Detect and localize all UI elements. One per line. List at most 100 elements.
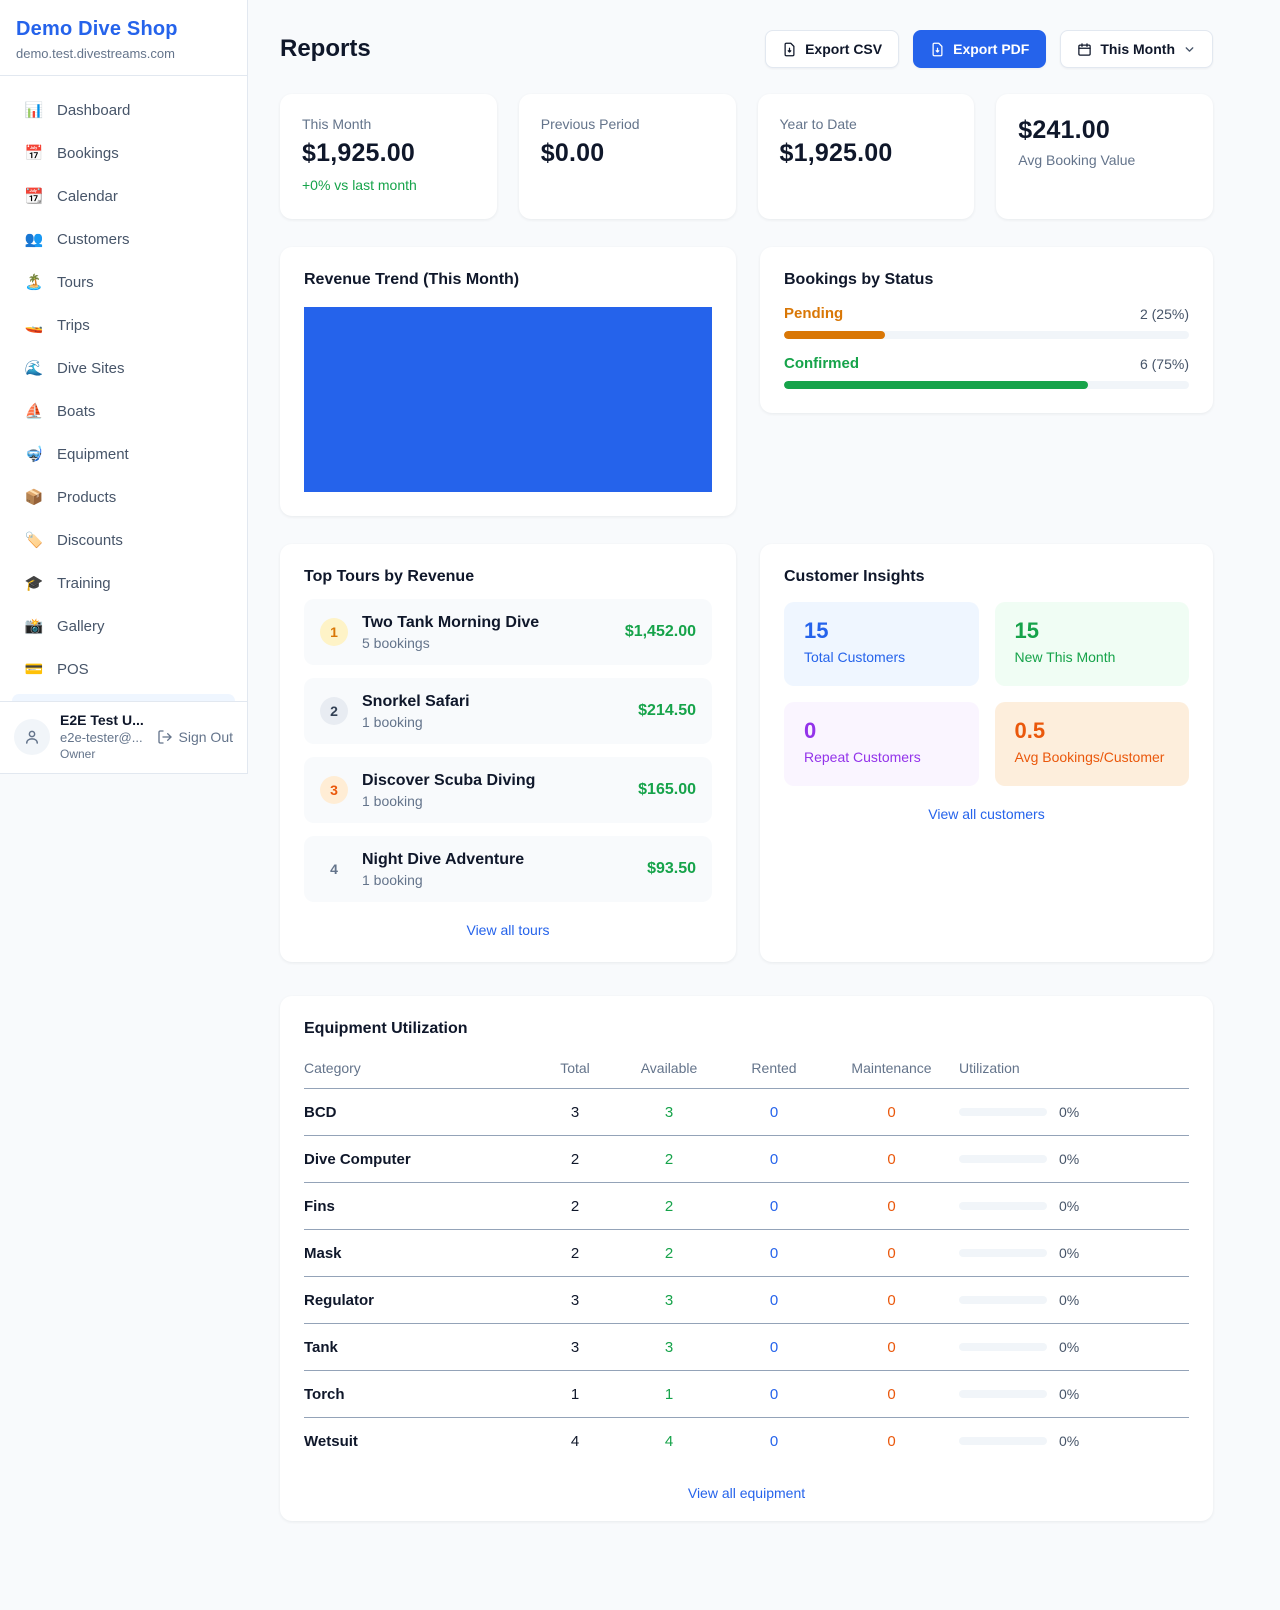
- sidebar-item-customers[interactable]: 👥 Customers: [12, 221, 235, 257]
- diving-mask-icon: 🤿: [24, 445, 44, 463]
- sidebar-item-reports-partial[interactable]: [12, 694, 235, 701]
- equipment-utilization-title: Equipment Utilization: [304, 1020, 1189, 1038]
- shop-name: Demo Dive Shop: [16, 18, 231, 41]
- sidebar-item-boats[interactable]: ⛵ Boats: [12, 393, 235, 429]
- cell-category: Mask: [304, 1230, 536, 1277]
- sidebar-item-gallery[interactable]: 📸 Gallery: [12, 608, 235, 644]
- cell-maintenance: 0: [824, 1324, 959, 1371]
- sidebar-item-trips[interactable]: 🚤 Trips: [12, 307, 235, 343]
- shop-domain: demo.test.divestreams.com: [16, 46, 231, 61]
- col-utilization: Utilization: [959, 1052, 1189, 1089]
- insight-label: Repeat Customers: [804, 749, 959, 765]
- sidebar-item-label: Trips: [57, 317, 90, 334]
- cell-total: 3: [536, 1277, 614, 1324]
- period-dropdown[interactable]: This Month: [1060, 30, 1213, 68]
- person-icon: [23, 728, 41, 746]
- dashboard-icon: 📊: [24, 101, 44, 119]
- cell-category: BCD: [304, 1089, 536, 1136]
- customer-insights-title: Customer Insights: [784, 568, 1189, 586]
- cell-available: 3: [614, 1277, 724, 1324]
- chevron-down-icon: [1183, 43, 1196, 56]
- sidebar-item-dive-sites[interactable]: 🌊 Dive Sites: [12, 350, 235, 386]
- sidebar: Demo Dive Shop demo.test.divestreams.com…: [0, 0, 248, 774]
- credit-card-icon: 💳: [24, 660, 44, 678]
- cell-category: Wetsuit: [304, 1418, 536, 1465]
- insight-tile-new-this-month: 15 New This Month: [995, 602, 1190, 686]
- col-total: Total: [536, 1052, 614, 1089]
- insight-tile-avg-bookings: 0.5 Avg Bookings/Customer: [995, 702, 1190, 786]
- utilization-cell: 0%: [959, 1245, 1189, 1261]
- cell-category: Dive Computer: [304, 1136, 536, 1183]
- insight-value: 0: [804, 718, 959, 744]
- stat-card-year-to-date: Year to Date $1,925.00: [758, 94, 975, 219]
- bookings-by-status-card: Bookings by Status Pending 2 (25%) Confi…: [760, 247, 1213, 413]
- utilization-bar: [959, 1108, 1047, 1116]
- cell-available: 2: [614, 1230, 724, 1277]
- view-all-customers-link[interactable]: View all customers: [784, 806, 1189, 822]
- utilization-cell: 0%: [959, 1433, 1189, 1449]
- stat-card-this-month: This Month $1,925.00 +0% vs last month: [280, 94, 497, 219]
- sidebar-item-dashboard[interactable]: 📊 Dashboard: [12, 92, 235, 128]
- sidebar-item-training[interactable]: 🎓 Training: [12, 565, 235, 601]
- utilization-text: 0%: [1059, 1104, 1079, 1120]
- utilization-text: 0%: [1059, 1151, 1079, 1167]
- export-pdf-button[interactable]: Export PDF: [913, 30, 1046, 68]
- cell-available: 4: [614, 1418, 724, 1465]
- cell-category: Torch: [304, 1371, 536, 1418]
- sidebar-item-label: Calendar: [57, 188, 118, 205]
- status-row-pending: Pending 2 (25%): [784, 305, 1189, 339]
- sign-out-button[interactable]: Sign Out: [157, 729, 233, 745]
- sidebar-item-label: POS: [57, 661, 89, 678]
- cell-rented: 0: [724, 1371, 824, 1418]
- stat-card-avg-booking-value: $241.00 Avg Booking Value: [996, 94, 1213, 219]
- cell-rented: 0: [724, 1089, 824, 1136]
- table-row: Mask 2 2 0 0 0%: [304, 1230, 1189, 1277]
- revenue-trend-chart: [304, 307, 712, 492]
- insight-label: Total Customers: [804, 649, 959, 665]
- user-section: E2E Test U... e2e-tester@... Owner Sign …: [0, 701, 247, 773]
- cell-maintenance: 0: [824, 1371, 959, 1418]
- tour-bookings: 5 bookings: [362, 635, 539, 651]
- insight-tile-total-customers: 15 Total Customers: [784, 602, 979, 686]
- col-maintenance: Maintenance: [824, 1052, 959, 1089]
- cell-maintenance: 0: [824, 1418, 959, 1465]
- sidebar-item-equipment[interactable]: 🤿 Equipment: [12, 436, 235, 472]
- sidebar-item-label: Tours: [57, 274, 94, 291]
- rank-badge: 3: [320, 776, 348, 804]
- view-all-equipment-link[interactable]: View all equipment: [304, 1485, 1189, 1501]
- cell-available: 3: [614, 1324, 724, 1371]
- cell-total: 1: [536, 1371, 614, 1418]
- tour-name: Discover Scuba Diving: [362, 772, 535, 790]
- revenue-trend-title: Revenue Trend (This Month): [304, 271, 712, 289]
- bookings-by-status-title: Bookings by Status: [784, 271, 1189, 289]
- utilization-cell: 0%: [959, 1151, 1189, 1167]
- tour-revenue: $214.50: [638, 702, 696, 720]
- cell-rented: 0: [724, 1324, 824, 1371]
- cell-rented: 0: [724, 1277, 824, 1324]
- cell-rented: 0: [724, 1230, 824, 1277]
- stat-value: $0.00: [541, 139, 714, 168]
- trips-boat-icon: 🚤: [24, 316, 44, 334]
- cell-available: 1: [614, 1371, 724, 1418]
- table-row: Wetsuit 4 4 0 0 0%: [304, 1418, 1189, 1465]
- avatar: [14, 719, 50, 755]
- tour-revenue: $1,452.00: [625, 623, 696, 641]
- utilization-bar: [959, 1437, 1047, 1445]
- export-csv-button[interactable]: Export CSV: [765, 30, 899, 68]
- sidebar-item-pos[interactable]: 💳 POS: [12, 651, 235, 687]
- sidebar-item-bookings[interactable]: 📅 Bookings: [12, 135, 235, 171]
- insight-tile-repeat-customers: 0 Repeat Customers: [784, 702, 979, 786]
- utilization-cell: 0%: [959, 1104, 1189, 1120]
- rank-badge: 4: [320, 855, 348, 883]
- graduation-cap-icon: 🎓: [24, 574, 44, 592]
- sidebar-item-tours[interactable]: 🏝️ Tours: [12, 264, 235, 300]
- sidebar-header: Demo Dive Shop demo.test.divestreams.com: [0, 0, 247, 76]
- table-row: Torch 1 1 0 0 0%: [304, 1371, 1189, 1418]
- status-bar-fill: [784, 381, 1088, 389]
- sidebar-item-discounts[interactable]: 🏷️ Discounts: [12, 522, 235, 558]
- sidebar-item-calendar[interactable]: 📆 Calendar: [12, 178, 235, 214]
- status-label: Confirmed: [784, 355, 859, 372]
- sidebar-item-products[interactable]: 📦 Products: [12, 479, 235, 515]
- view-all-tours-link[interactable]: View all tours: [304, 922, 712, 938]
- logout-icon: [157, 729, 173, 745]
